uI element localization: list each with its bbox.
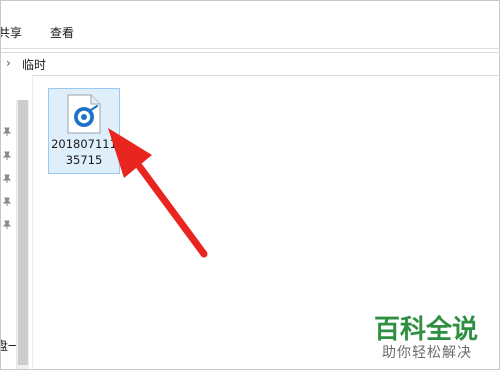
address-bar[interactable]: › 临时 (0, 52, 498, 76)
watermark-logo: 百科全说 (374, 315, 479, 345)
watermark: 百科全说 助你轻松解决 (368, 308, 496, 366)
pin-icon (2, 197, 12, 206)
pin-icon (2, 151, 12, 160)
pane-divider (32, 75, 33, 370)
breadcrumb-current-folder[interactable]: 临时 (22, 56, 46, 73)
tab-share[interactable]: 共享 (0, 25, 22, 41)
ribbon-tab-bar: 共享 查看 (0, 0, 500, 48)
pin-icon (2, 127, 12, 136)
pin-icon (2, 174, 12, 183)
nav-scroll-thumb[interactable] (18, 100, 28, 365)
nav-scrollbar[interactable] (16, 100, 29, 370)
watermark-slogan: 助你轻松解决 (382, 345, 472, 361)
pin-icon (2, 220, 12, 229)
file-name-label: 20180711135715 (51, 137, 117, 167)
ribbon-divider (0, 48, 500, 49)
audio-file-icon (67, 94, 101, 134)
tab-view[interactable]: 查看 (50, 25, 74, 41)
chevron-right-icon[interactable]: › (6, 56, 11, 70)
file-item[interactable]: 20180711135715 (48, 88, 120, 174)
